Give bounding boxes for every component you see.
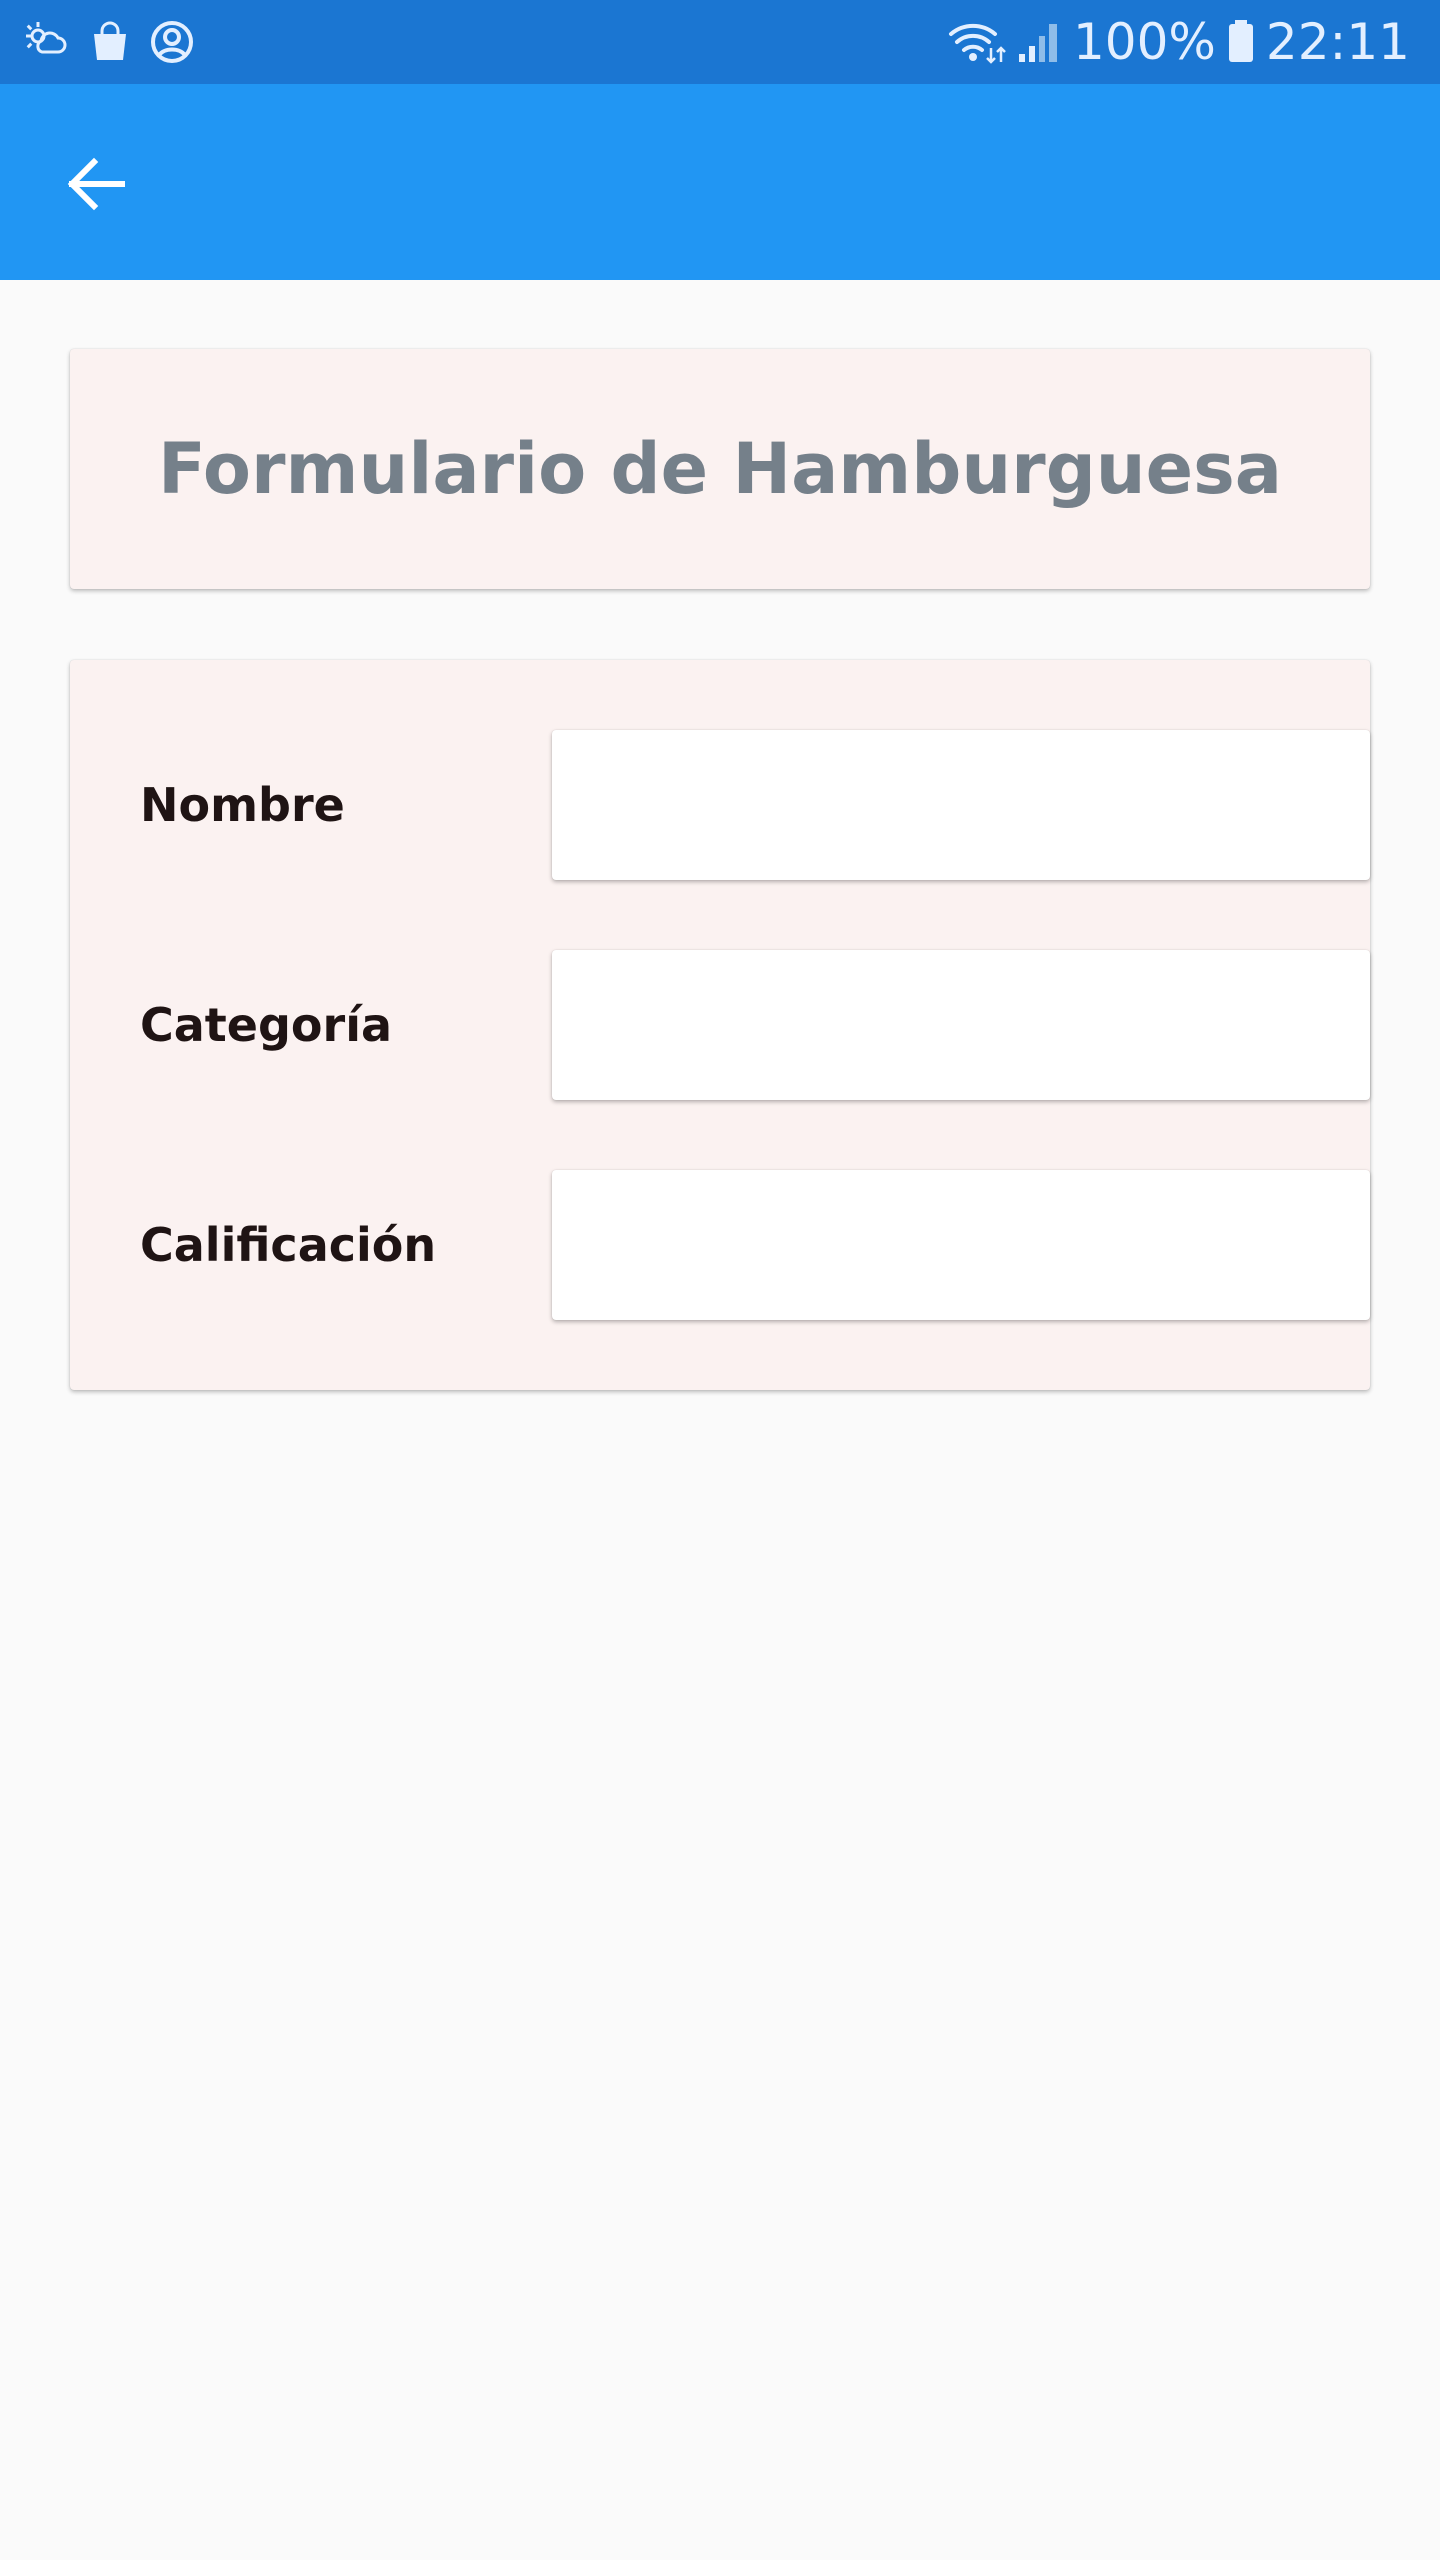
wifi-icon: [948, 23, 1006, 64]
arrow-back-icon: [67, 157, 125, 211]
cell-signal-icon: [1018, 24, 1057, 62]
weather-icon: [26, 22, 67, 54]
form-row-categoria: Categoría: [140, 950, 1370, 1100]
account-circle-icon: [151, 21, 193, 63]
form-row-nombre: Nombre: [140, 730, 1370, 880]
calificacion-label: Calificación: [140, 1218, 437, 1272]
status-bar: 100% 22:11: [0, 0, 1440, 84]
page-title: Formulario de Hamburguesa: [157, 428, 1283, 510]
form-card: Nombre Categoría Calificación: [70, 660, 1370, 1390]
app-bar: [0, 84, 1440, 280]
nombre-label: Nombre: [140, 778, 345, 832]
shopping-bag-icon: [94, 21, 126, 60]
status-bar-left-icons: [24, 18, 196, 66]
form-row-calificacion: Calificación: [140, 1170, 1370, 1320]
status-bar-right: 100% 22:11: [947, 0, 1410, 84]
title-card: Formulario de Hamburguesa: [70, 349, 1370, 589]
battery-percentage: 100%: [1072, 13, 1216, 71]
categoria-label: Categoría: [140, 998, 393, 1052]
status-time: 22:11: [1265, 13, 1410, 71]
battery-icon: [1228, 20, 1253, 62]
nombre-input[interactable]: [552, 730, 1370, 880]
back-button[interactable]: [56, 144, 136, 224]
categoria-input[interactable]: [552, 950, 1370, 1100]
calificacion-input[interactable]: [552, 1170, 1370, 1320]
